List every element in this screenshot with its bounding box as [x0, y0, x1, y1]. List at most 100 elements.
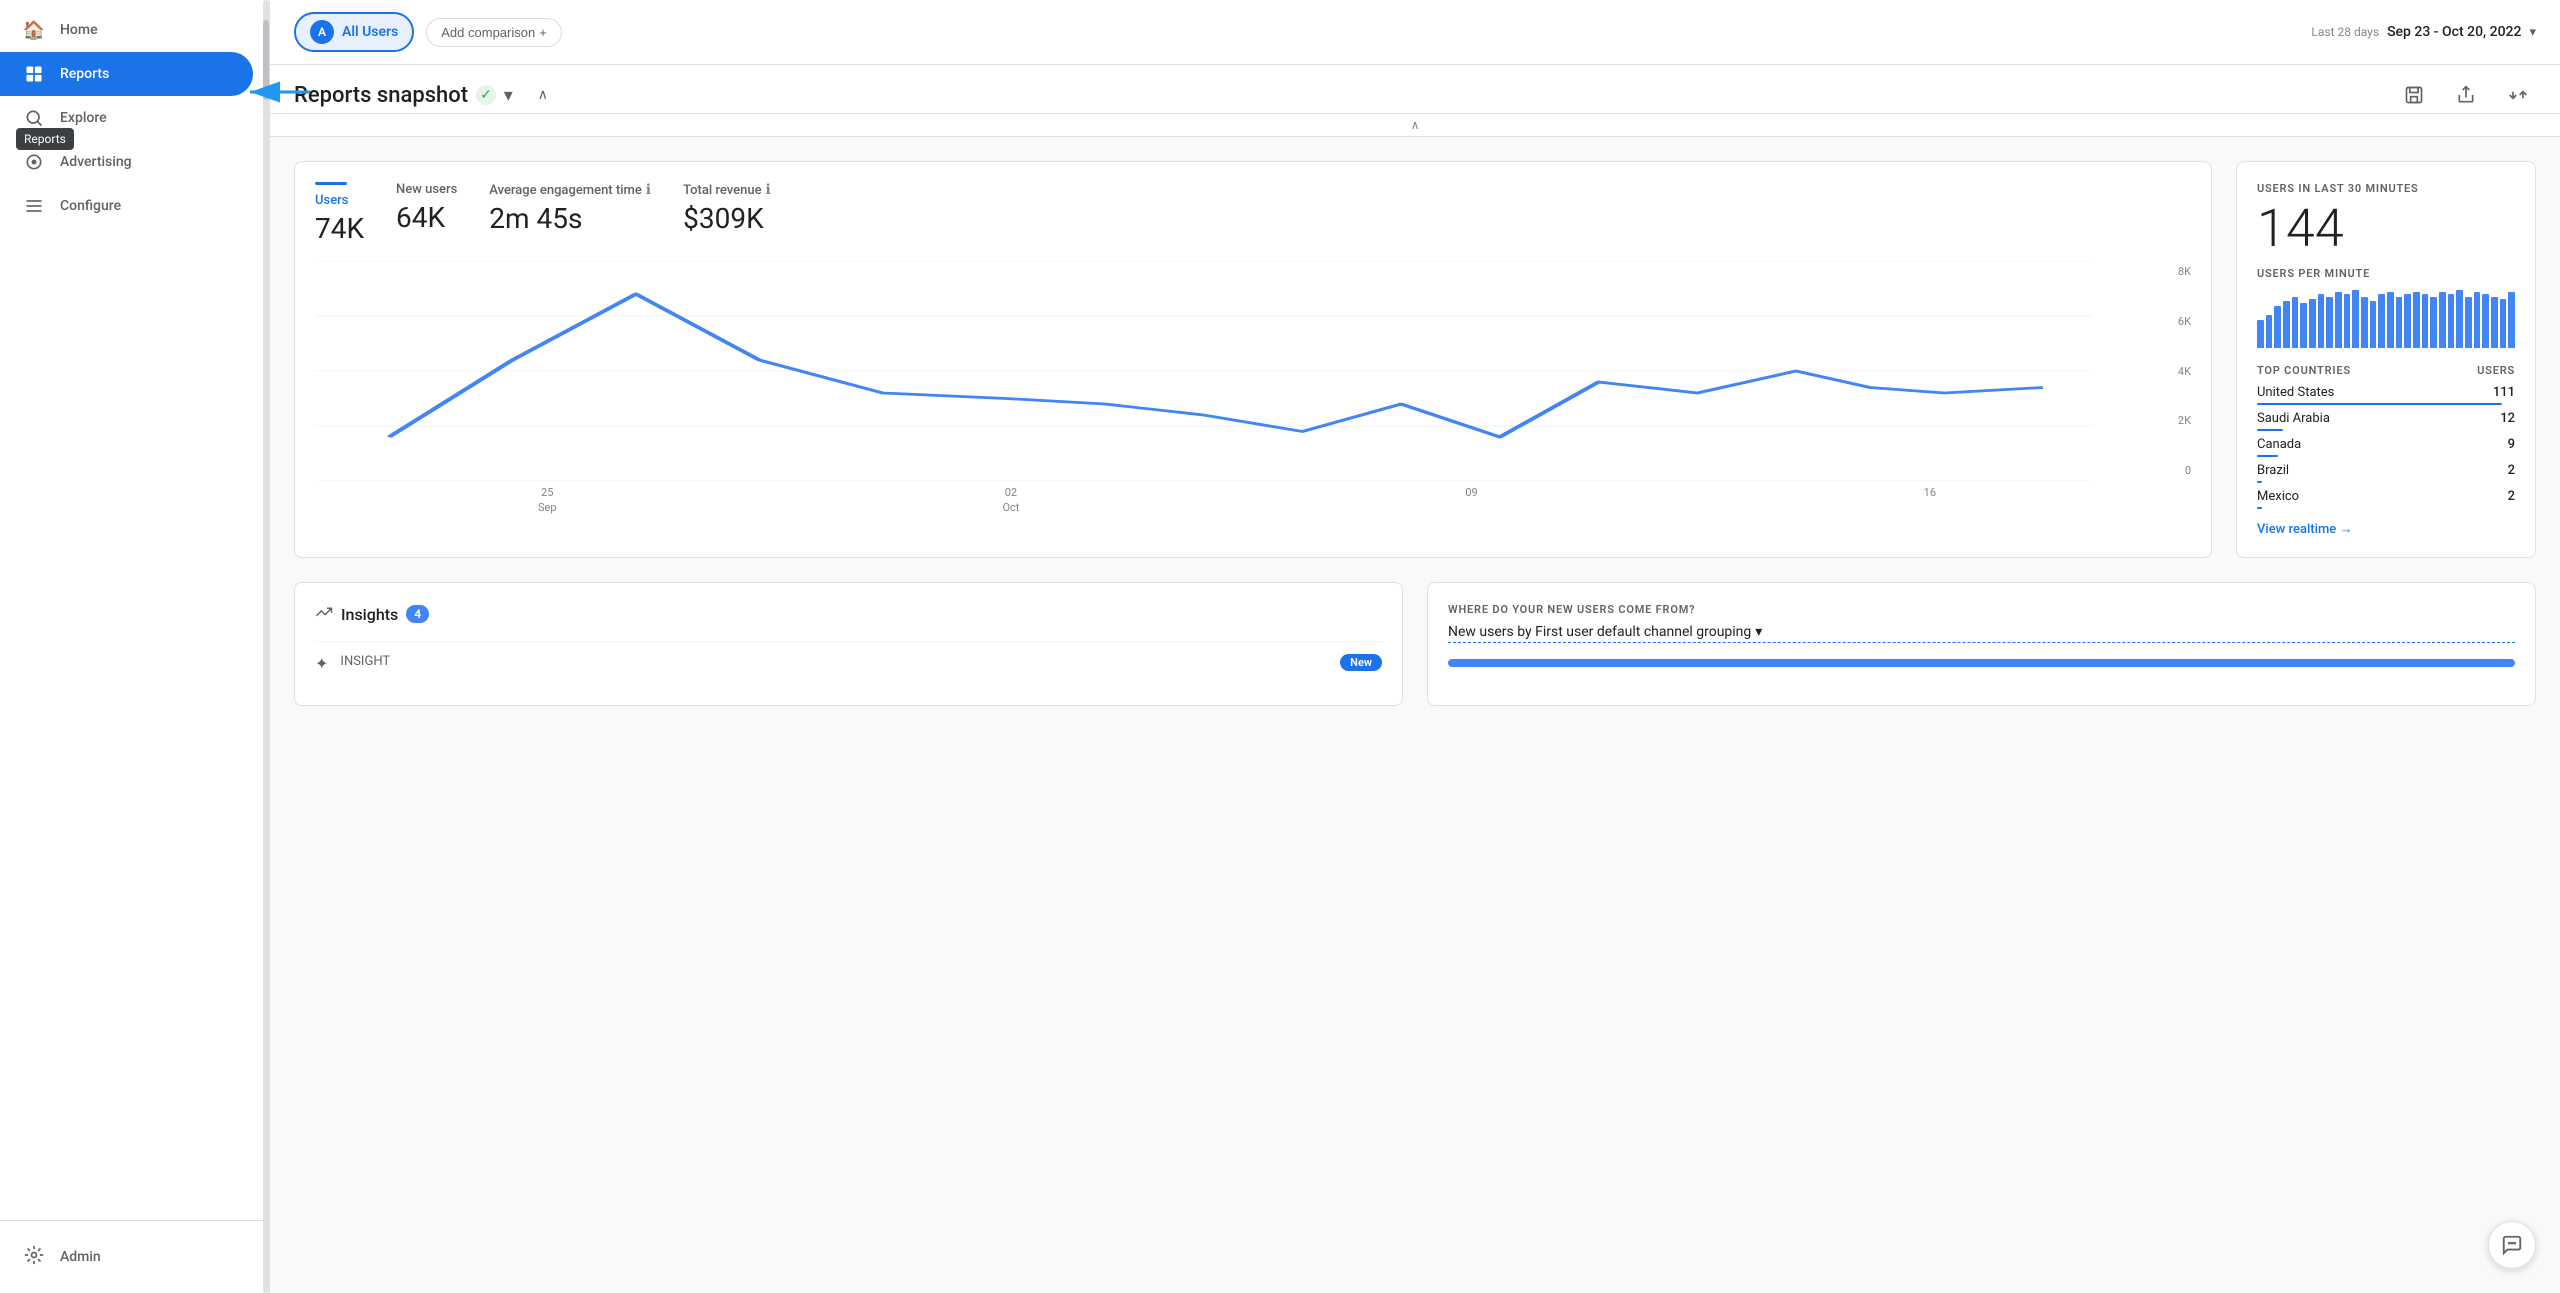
bar-mini — [2326, 297, 2333, 348]
plus-icon: + — [539, 25, 547, 40]
country-us-name: United States — [2257, 385, 2334, 400]
chart-x-labels: 25Sep 02Oct 09 16 — [315, 485, 2191, 516]
insights-trend-icon — [315, 603, 333, 625]
explore-icon — [24, 108, 44, 128]
channel-grouping-dropdown[interactable]: New users by First user default channel … — [1448, 624, 2515, 643]
page-title-dropdown[interactable]: ▾ — [504, 85, 513, 106]
arrow-annotation — [240, 72, 320, 116]
realtime-header: USERS IN LAST 30 MINUTES — [2257, 182, 2515, 195]
main-content: A All Users Add comparison + Last 28 day… — [270, 0, 2560, 1293]
insights-header: Insights 4 — [315, 603, 1382, 625]
x-label-oct16: 16 — [1924, 485, 1936, 516]
sidebar-item-explore-label: Explore — [60, 110, 107, 126]
bar-mini — [2413, 292, 2420, 348]
country-row-sa: Saudi Arabia 12 — [2257, 411, 2515, 431]
page-header-right — [2396, 77, 2536, 113]
bar-mini — [2500, 299, 2507, 348]
sidebar: 🏠 Home Reports Reports Explore — [0, 0, 270, 1293]
y-label-8k: 8K — [2159, 265, 2191, 278]
page-header-left: Reports snapshot ✓ ▾ ∧ — [294, 81, 557, 109]
bar-mini — [2439, 292, 2446, 348]
users-active-indicator — [315, 182, 347, 185]
bar-mini — [2344, 294, 2351, 348]
date-dropdown-icon: ▾ — [2529, 25, 2536, 40]
engagement-info-icon[interactable]: ℹ — [646, 182, 651, 198]
chart-y-labels: 8K 6K 4K 2K 0 — [2159, 261, 2191, 481]
country-ca-name: Canada — [2257, 437, 2301, 452]
bar-mini — [2396, 297, 2403, 348]
insight-star-icon: ✦ — [315, 654, 328, 673]
top-bar-right: Last 28 days Sep 23 - Oct 20, 2022 ▾ — [2311, 24, 2536, 40]
bar-mini — [2508, 292, 2515, 348]
bar-mini — [2491, 297, 2498, 348]
x-label-oct09: 09 — [1465, 485, 1477, 516]
users-per-minute-chart — [2257, 288, 2515, 348]
segment-pill[interactable]: A All Users — [294, 12, 414, 52]
view-realtime-link[interactable]: View realtime → — [2257, 521, 2515, 537]
insights-title: Insights 4 — [341, 605, 429, 624]
section-collapse[interactable]: ∧ — [270, 114, 2560, 137]
metric-users-label[interactable]: Users — [315, 193, 364, 208]
collapse-button[interactable]: ∧ — [529, 81, 557, 109]
country-row-ca: Canada 9 — [2257, 437, 2515, 457]
country-br-count: 2 — [2508, 463, 2515, 478]
y-label-0: 0 — [2159, 464, 2191, 477]
bar-mini — [2474, 292, 2481, 348]
insights-count-badge: 4 — [406, 605, 429, 623]
top-countries-label: TOP COUNTRIES — [2257, 364, 2351, 377]
bar-mini — [2335, 292, 2342, 348]
countries-header: TOP COUNTRIES USERS — [2257, 364, 2515, 377]
admin-icon — [24, 1245, 44, 1269]
reports-icon — [24, 64, 44, 84]
add-comparison-button[interactable]: Add comparison + — [426, 18, 562, 47]
country-row-us: United States 111 — [2257, 385, 2515, 405]
bar-mini — [2370, 301, 2377, 348]
section-collapse-icon: ∧ — [1411, 118, 1420, 132]
country-br-bar — [2257, 481, 2262, 483]
new-badge: New — [1340, 654, 1382, 671]
sidebar-item-home[interactable]: 🏠 Home — [0, 8, 253, 52]
sidebar-item-reports[interactable]: Reports — [0, 52, 253, 96]
insight-label: INSIGHT — [340, 654, 1328, 669]
country-mx-bar — [2257, 507, 2262, 509]
sidebar-item-home-label: Home — [60, 22, 98, 38]
channel-dropdown-icon: ▾ — [1755, 624, 1762, 640]
bar-mini — [2274, 306, 2281, 348]
save-report-button[interactable] — [2396, 77, 2432, 113]
metric-revenue: Total revenue ℹ $309K — [683, 182, 771, 235]
admin-label: Admin — [60, 1249, 101, 1265]
sidebar-nav: 🏠 Home Reports Reports Explore — [0, 0, 269, 1220]
bar-mini — [2404, 294, 2411, 348]
metric-users: Users 74K — [315, 182, 364, 245]
metric-users-value: 74K — [315, 212, 364, 245]
metric-engagement-label[interactable]: Average engagement time ℹ — [489, 182, 651, 198]
channel-chart-bar — [1448, 659, 2515, 667]
sidebar-scrollbar[interactable] — [263, 0, 269, 1293]
bar-mini — [2456, 290, 2463, 348]
chat-fab-button[interactable] — [2488, 1221, 2536, 1269]
sidebar-item-advertising-label: Advertising — [60, 154, 132, 170]
segment-avatar: A — [310, 20, 334, 44]
configure-icon — [24, 196, 44, 216]
content-area: Users 74K New users 64K — [270, 137, 2560, 1293]
realtime-subheader: USERS PER MINUTE — [2257, 267, 2515, 280]
sidebar-item-admin[interactable]: Admin — [24, 1237, 245, 1277]
metric-new-users-value: 64K — [396, 201, 457, 234]
bar-mini — [2352, 290, 2359, 348]
date-range[interactable]: Sep 23 - Oct 20, 2022 ▾ — [2387, 24, 2536, 40]
compare-button[interactable] — [2500, 77, 2536, 113]
realtime-count: 144 — [2257, 203, 2515, 255]
revenue-info-icon[interactable]: ℹ — [766, 182, 771, 198]
sidebar-item-configure-label: Configure — [60, 198, 121, 214]
country-sa-name: Saudi Arabia — [2257, 411, 2330, 426]
country-sa-bar — [2257, 429, 2283, 431]
bar-mini — [2300, 303, 2307, 348]
metric-new-users-label[interactable]: New users — [396, 182, 457, 197]
share-button[interactable] — [2448, 77, 2484, 113]
metric-revenue-label[interactable]: Total revenue ℹ — [683, 182, 771, 198]
bar-mini — [2266, 315, 2273, 348]
country-mx-count: 2 — [2508, 489, 2515, 504]
bar-mini — [2482, 294, 2489, 348]
bar-mini — [2378, 294, 2385, 348]
sidebar-item-configure[interactable]: Configure — [0, 184, 253, 228]
